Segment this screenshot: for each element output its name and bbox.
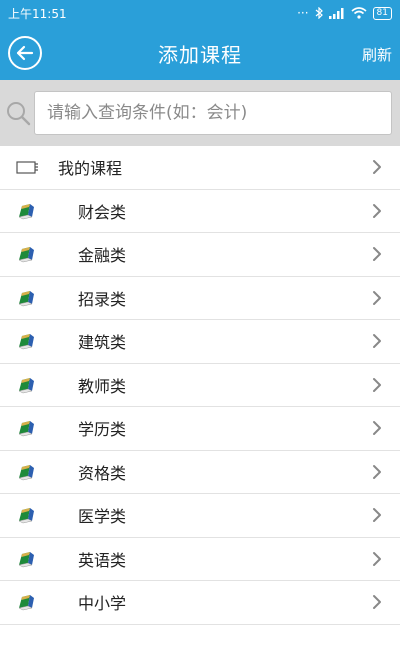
list-item-category[interactable]: 中小学 — [0, 581, 400, 625]
signal-icon — [328, 7, 344, 19]
chevron-right-icon — [373, 247, 381, 262]
chevron-right-icon — [373, 508, 381, 523]
course-book-icon — [18, 290, 34, 307]
course-book-icon — [18, 595, 34, 611]
chevron-right-icon — [373, 334, 381, 349]
course-book-icon — [18, 551, 34, 568]
course-list: 我的课程 财会类 金融类 招录类 建筑类 教师类 学历类 资格类 医学类 英语类… — [0, 146, 400, 625]
list-item-label: 医学类 — [78, 507, 127, 527]
chevron-right-icon — [373, 160, 381, 175]
list-item-label: 财会类 — [78, 202, 127, 222]
list-item-my-courses[interactable]: 我的课程 — [0, 146, 400, 190]
search-bar — [0, 80, 400, 146]
course-book-icon — [18, 464, 34, 481]
search-icon — [7, 102, 31, 126]
list-item-label: 资格类 — [78, 463, 127, 483]
list-item-label: 教师类 — [78, 376, 127, 396]
chevron-right-icon — [373, 290, 381, 305]
course-book-icon — [18, 508, 34, 524]
status-bar: 上午11:51 ··· 81 — [0, 0, 400, 26]
status-icons: ··· 81 — [297, 6, 392, 20]
refresh-button[interactable]: 刷新 — [362, 44, 392, 65]
book-icon — [16, 161, 38, 174]
app-header: 添加课程 刷新 — [0, 26, 400, 80]
status-time: 上午11:51 — [8, 6, 67, 21]
list-item-category[interactable]: 英语类 — [0, 538, 400, 581]
list-item-category[interactable]: 医学类 — [0, 494, 400, 538]
list-item-label: 中小学 — [78, 594, 127, 614]
list-item-category[interactable]: 招录类 — [0, 277, 400, 320]
list-item-category[interactable]: 金融类 — [0, 233, 400, 277]
search-input[interactable] — [34, 91, 392, 135]
list-item-label: 建筑类 — [78, 333, 127, 353]
list-item-category[interactable]: 学历类 — [0, 407, 400, 451]
course-book-icon — [18, 203, 34, 220]
course-book-icon — [18, 247, 34, 263]
chevron-right-icon — [373, 203, 381, 218]
more-dots-icon: ··· — [297, 6, 309, 20]
list-item-label: 英语类 — [78, 550, 127, 570]
battery-indicator: 81 — [372, 6, 392, 20]
chevron-right-icon — [373, 377, 381, 392]
list-item-label: 我的课程 — [58, 159, 123, 179]
chevron-right-icon — [373, 595, 381, 610]
back-button[interactable] — [8, 36, 42, 70]
list-item-category[interactable]: 建筑类 — [0, 320, 400, 364]
page-title: 添加课程 — [158, 42, 242, 67]
list-item-category[interactable]: 教师类 — [0, 364, 400, 407]
course-book-icon — [18, 421, 34, 437]
back-arrow-icon — [16, 45, 34, 61]
chevron-right-icon — [373, 551, 381, 566]
list-item-label: 招录类 — [78, 289, 127, 309]
bluetooth-icon — [315, 7, 323, 19]
list-item-category[interactable]: 资格类 — [0, 451, 400, 494]
chevron-right-icon — [373, 464, 381, 479]
chevron-right-icon — [373, 421, 381, 436]
list-item-label: 学历类 — [78, 420, 127, 440]
list-item-category[interactable]: 财会类 — [0, 190, 400, 233]
course-book-icon — [18, 377, 34, 394]
course-book-icon — [18, 334, 34, 350]
wifi-icon — [351, 7, 367, 19]
list-item-label: 金融类 — [78, 246, 127, 266]
